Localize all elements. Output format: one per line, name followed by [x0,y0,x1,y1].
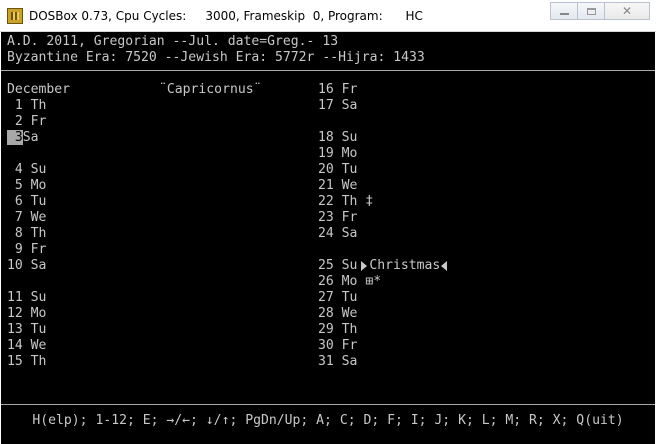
minimize-icon [559,13,569,15]
holiday-marker-left-icon [441,260,448,271]
day-row-right[interactable]: 24 Sa [318,226,357,242]
day-row-right[interactable]: 19 Mo [318,146,357,162]
day-row-right[interactable]: 26 Mo ⊞* [318,274,381,290]
dosbox-app-icon[interactable] [7,8,23,24]
day-row-right[interactable]: 31 Sa [318,354,357,370]
window-title: DOSBox 0.73, Cpu Cycles: 3000, Frameskip… [29,9,423,23]
day-row-right[interactable]: 27 Tu [318,290,357,306]
maximize-icon [586,7,596,15]
day-row-left[interactable]: 1 Th [7,98,47,114]
day-row-left[interactable]: 9 Fr [7,242,47,258]
day-row-right[interactable]: 25 Su Christmas [318,258,448,274]
day-row-right[interactable]: 28 We [318,306,357,322]
day-row-left[interactable]: 10 Sa [7,258,46,274]
close-button[interactable]: ✕ [604,2,650,20]
header-date-line: A.D. 2011, Gregorian --Jul. date=Greg.- … [7,34,339,49]
event-marker-icon: ⊞* [365,274,382,289]
maximize-button[interactable] [577,2,605,20]
month-name: December [7,82,71,97]
day-row-left[interactable]: 14 We [7,338,46,354]
day-row-left[interactable]: 12 Mo [7,306,46,322]
day-row-left[interactable]: 5 Mo [7,178,47,194]
minimize-button[interactable] [550,2,578,20]
command-help-bar: H(elp); 1-12; E; →/←; ↓/↑; PgDn/Up; A; C… [32,413,624,428]
day-row-right[interactable]: 21 We [318,178,357,194]
selected-day-cursor[interactable]: 3 [7,130,23,145]
day-row-left[interactable]: 4 Su [7,162,47,178]
day-row-left[interactable]: 8 Th [7,226,47,242]
day-row-left[interactable]: 15 Th [7,354,46,370]
day-row-right[interactable]: 30 Fr [318,338,357,354]
day-row-right[interactable]: 17 Sa [318,98,357,114]
title-bar[interactable]: DOSBox 0.73, Cpu Cycles: 3000, Frameskip… [0,0,656,32]
status-separator [1,404,655,405]
zodiac-sign: ¨Capricornus¨ [159,82,262,97]
event-marker-icon: ‡ [365,194,374,209]
day-row-selected[interactable]: 3Sa [7,130,39,146]
close-icon: ✕ [621,4,633,18]
header-era-line: Byzantine Era: 7520 --Jewish Era: 5772r … [7,50,425,65]
holiday-label: Christmas [369,258,441,273]
day-row-right[interactable]: 23 Fr [318,210,357,226]
header-separator [1,70,655,71]
day-row-right[interactable]: 16 Fr [318,82,357,98]
day-row-right[interactable]: 20 Tu [318,162,357,178]
day-row-left[interactable]: 6 Tu [7,194,47,210]
day-row-left[interactable]: 11 Su [7,290,46,306]
day-row-right[interactable]: 18 Su [318,130,357,146]
day-row-left[interactable]: 2 Fr [7,114,47,130]
holiday-marker-right-icon [361,260,368,271]
dos-screen[interactable]: A.D. 2011, Gregorian --Jul. date=Greg.- … [1,32,655,444]
day-row-right[interactable]: 22 Th ‡ [318,194,373,210]
day-row-left[interactable]: 7 We [7,210,47,226]
day-row-right[interactable]: 29 Th [318,322,357,338]
window-controls: ✕ [550,2,650,20]
day-row-left[interactable]: 13 Tu [7,322,46,338]
